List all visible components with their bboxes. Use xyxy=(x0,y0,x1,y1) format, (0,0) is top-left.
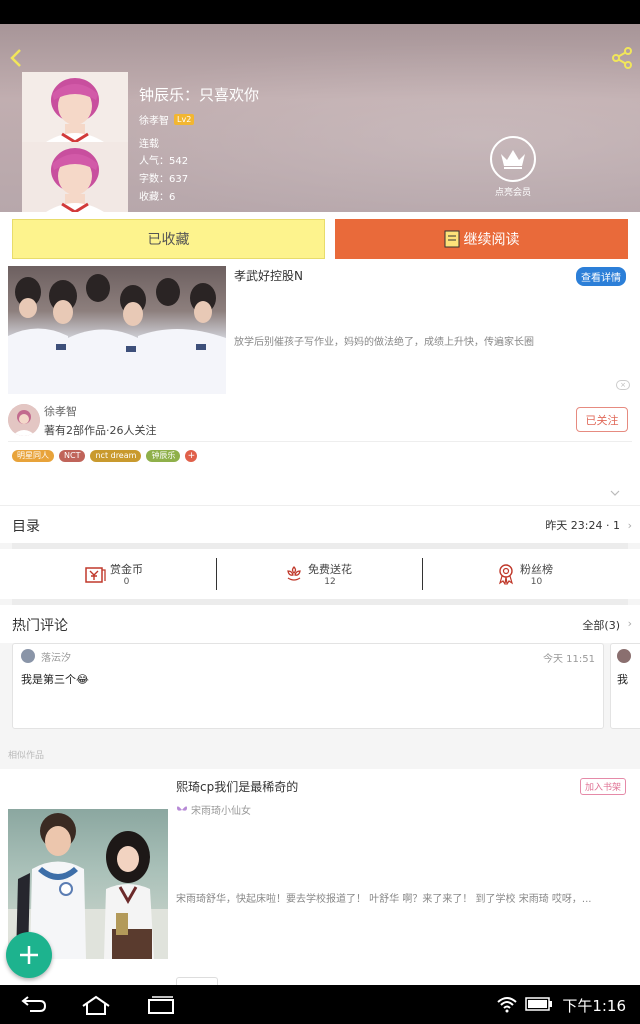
vip-button[interactable]: 点亮会员 xyxy=(489,136,537,198)
nav-recent-apps-icon[interactable] xyxy=(146,995,176,1015)
divider xyxy=(8,441,632,442)
author-avatar[interactable] xyxy=(8,404,40,436)
follow-button[interactable]: 已关注 xyxy=(576,407,628,432)
top-status-bar xyxy=(0,0,640,24)
continue-reading-button[interactable]: 继续阅读 xyxy=(335,219,628,259)
comment-text: 我是第三个😂 xyxy=(21,673,89,686)
butterfly-icon xyxy=(177,805,187,811)
tag-item[interactable]: 钟辰乐 xyxy=(146,450,181,462)
chevron-left-icon xyxy=(10,49,21,67)
similar-works-label: 相似作品 xyxy=(8,751,45,761)
book-status: 连载 xyxy=(139,139,159,150)
stat-label: 免费送花 xyxy=(308,563,352,576)
book-cover[interactable] xyxy=(22,72,128,212)
stat-value: 10 xyxy=(530,577,543,587)
similar-work-tag xyxy=(176,977,218,985)
nav-back-icon[interactable] xyxy=(20,995,48,1015)
tag-more-button[interactable]: + xyxy=(185,450,198,462)
book-title: 钟辰乐：只喜欢你 xyxy=(139,86,260,104)
nav-home-icon[interactable] xyxy=(80,994,112,1016)
stat-label: 粉丝榜 xyxy=(520,563,553,576)
book-author[interactable]: 徐孝智 xyxy=(139,112,169,127)
add-fab-button[interactable] xyxy=(6,932,52,978)
similar-work-author: 宋雨琦小仙女 xyxy=(176,802,251,817)
tag-item[interactable]: 明星同人 xyxy=(12,450,54,462)
share-button[interactable] xyxy=(610,46,634,70)
continue-reading-label: 继续阅读 xyxy=(463,232,520,248)
medal-icon xyxy=(498,564,514,585)
crown-icon xyxy=(490,136,536,182)
share-icon xyxy=(612,47,632,69)
book-popularity: 人气：542 xyxy=(139,156,189,167)
similar-work-author-name: 宋雨琦小仙女 xyxy=(191,806,251,817)
collected-button[interactable]: 已收藏 xyxy=(12,219,325,259)
reward-coin-button[interactable]: 赏金币 0 xyxy=(84,557,143,591)
divider xyxy=(216,558,217,590)
battery-icon xyxy=(525,997,552,1011)
chevron-down-icon[interactable] xyxy=(610,488,620,498)
tag-item[interactable]: NCT xyxy=(59,450,86,462)
toc-label: 目录 xyxy=(12,519,40,535)
hot-comments-section: 热门评论 全部(3) › 落沄汐 今天 11:51 我是第三个😂 我 xyxy=(0,605,640,735)
comment-time: 今天 11:51 xyxy=(543,654,595,665)
comments-all-link[interactable]: 全部(3) xyxy=(582,617,620,633)
comments-title: 热门评论 xyxy=(12,618,68,634)
stats-bar: 赏金币 0 免费送花 12 粉丝榜 10 xyxy=(0,549,640,599)
action-bar: 已收藏 继续阅读 xyxy=(0,212,640,264)
stat-label: 赏金币 xyxy=(110,563,143,576)
author-level-badge: Lv2 xyxy=(174,114,195,125)
chevron-right-icon: › xyxy=(627,617,632,630)
commenter-avatar[interactable] xyxy=(617,649,631,663)
add-to-shelf-button[interactable]: 加入书架 xyxy=(579,778,626,795)
ad-image[interactable] xyxy=(8,266,226,394)
wifi-icon xyxy=(497,997,517,1013)
book-author-row[interactable]: 徐孝智 Lv2 xyxy=(139,112,195,127)
ad-description: 放学后别催孩子写作业，妈妈的做法绝了，成绩上升快，传遍家长圈 xyxy=(234,337,534,348)
commenter-name[interactable]: 落沄汐 xyxy=(41,649,71,664)
system-clock: 下午1:16 xyxy=(562,997,626,1015)
system-nav-bar: 下午1:16 xyxy=(0,985,640,1024)
stat-value: 12 xyxy=(324,577,336,587)
table-of-contents-row[interactable]: 目录 昨天 23:24 · 1 › xyxy=(0,505,640,543)
divider xyxy=(422,558,423,590)
back-button[interactable] xyxy=(6,46,28,70)
comment-card[interactable]: 我 xyxy=(610,643,640,729)
book-header: 钟辰乐：只喜欢你 徐孝智 Lv2 连载 人气：542 字数：637 收藏：6 点… xyxy=(0,24,640,212)
book-icon xyxy=(444,230,459,248)
tag-item[interactable]: nct dream xyxy=(90,450,142,462)
similar-work-item[interactable]: 熙琦cp我们是最稀奇的 宋雨琦小仙女 加入书架 宋雨琦舒华，快起床啦！要去学校报… xyxy=(0,769,640,985)
author-section: 徐孝智 著有2部作品·26人关注 已关注 明星同人 NCT nct dream … xyxy=(0,400,640,505)
chevron-right-icon: › xyxy=(627,519,632,532)
book-word-count: 字数：637 xyxy=(139,174,189,185)
comment-card[interactable]: 落沄汐 今天 11:51 我是第三个😂 xyxy=(12,643,604,729)
similar-work-description: 宋雨琦舒华，快起床啦！要去学校报道了！ 叶舒华 啊？来了来了！ 到了学校 宋雨琦… xyxy=(176,894,592,905)
commenter-avatar[interactable] xyxy=(21,649,35,663)
similar-work-title: 熙琦cp我们是最稀奇的 xyxy=(176,780,299,794)
cover-portrait-top xyxy=(22,72,128,142)
flower-icon xyxy=(287,566,301,581)
free-flower-button[interactable]: 免费送花 12 xyxy=(284,557,352,591)
comment-text: 我 xyxy=(617,673,628,686)
stat-value: 0 xyxy=(123,577,130,587)
ad-detail-button[interactable]: 查看详情 xyxy=(576,267,626,286)
stat-text: 免费送花 12 xyxy=(308,561,352,587)
author-stats: 著有2部作品·26人关注 xyxy=(44,424,157,437)
tag-list: 明星同人 NCT nct dream 钟辰乐 + xyxy=(12,450,198,462)
ad-close-button[interactable]: × xyxy=(616,380,630,390)
comments-header[interactable]: 热门评论 全部(3) › xyxy=(0,605,640,643)
reward-coin-icon xyxy=(85,567,106,583)
author-name[interactable]: 徐孝智 xyxy=(44,403,77,419)
book-favorites: 收藏：6 xyxy=(139,192,176,203)
ad-title: 孝武好控股N xyxy=(234,269,303,283)
fan-ranking-button[interactable]: 粉丝榜 10 xyxy=(496,557,553,591)
stat-text: 粉丝榜 10 xyxy=(520,561,553,587)
toc-latest-update: 昨天 23:24 · 1 xyxy=(545,519,620,532)
stat-text: 赏金币 0 xyxy=(110,561,143,587)
ad-banner[interactable]: 孝武好控股N 查看详情 放学后别催孩子写作业，妈妈的做法绝了，成绩上升快，传遍家… xyxy=(0,264,640,400)
plus-icon xyxy=(20,946,38,964)
cover-portrait-bottom xyxy=(22,142,128,212)
vip-label: 点亮会员 xyxy=(494,188,531,198)
